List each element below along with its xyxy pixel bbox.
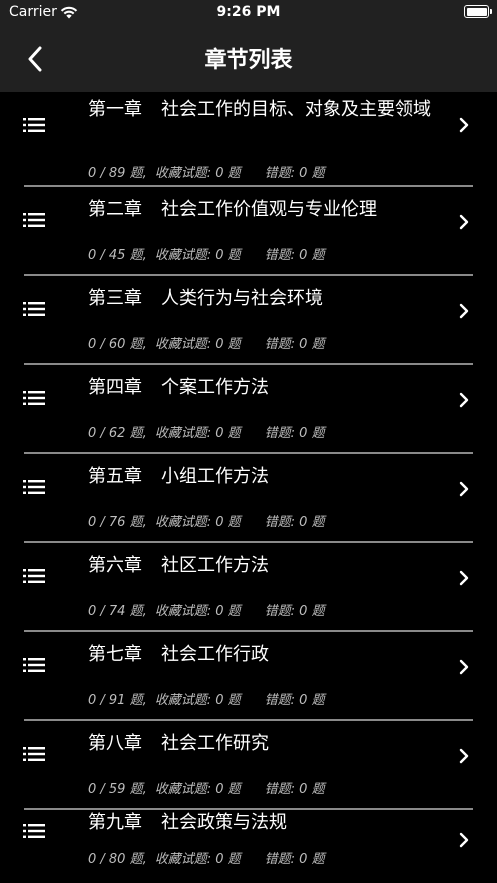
chapter-title: 第二章 社会工作价值观与专业伦理 (88, 197, 433, 222)
chapter-stats: 0 / 91 题, 收藏试题: 0 题 错题: 0 题 (88, 689, 325, 708)
chevron-right-icon (459, 832, 469, 848)
chapter-row[interactable]: 第二章 社会工作价值观与专业伦理 0 / 45 题, 收藏试题: 0 题 错题: 0 题 (0, 187, 497, 276)
chapter-number: 第五章 (88, 466, 142, 487)
chapter-row[interactable]: 第三章 人类行为与社会环境 0 / 60 题, 收藏试题: 0 题 错题: 0 题 (0, 276, 497, 365)
chapter-row[interactable]: 第八章 社会工作研究 0 / 59 题, 收藏试题: 0 题 错题: 0 题 (0, 721, 497, 810)
favorites-count: 收藏试题: 0 题 (154, 852, 241, 867)
chapter-name: 社会工作研究 (161, 733, 269, 754)
chapter-row[interactable]: 第四章 个案工作方法 0 / 62 题, 收藏试题: 0 题 错题: 0 题 (0, 365, 497, 454)
status-time: 9:26 PM (216, 4, 281, 20)
chapter-number: 第八章 (88, 733, 142, 754)
chapter-stats: 0 / 89 题, 收藏试题: 0 题 错题: 0 题 (88, 162, 325, 181)
chapter-number: 第三章 (88, 288, 142, 309)
errors-count: 错题: 0 题 (264, 166, 325, 181)
chapter-stats: 0 / 76 题, 收藏试题: 0 题 错题: 0 题 (88, 511, 325, 530)
question-count: 0 / 91 题, (88, 693, 147, 708)
chapter-title: 第八章 社会工作研究 (88, 731, 433, 756)
list-icon (23, 302, 45, 316)
list-icon (23, 391, 45, 405)
page-title: 章节列表 (204, 48, 293, 73)
errors-count: 错题: 0 题 (264, 426, 325, 441)
errors-count: 错题: 0 题 (264, 337, 325, 352)
chevron-right-icon (459, 214, 469, 230)
list-icon (23, 569, 45, 583)
question-count: 0 / 89 题, (88, 166, 147, 181)
errors-count: 错题: 0 题 (264, 515, 325, 530)
chapter-row[interactable]: 第六章 社区工作方法 0 / 74 题, 收藏试题: 0 题 错题: 0 题 (0, 543, 497, 632)
chapter-title: 第三章 人类行为与社会环境 (88, 286, 433, 311)
chevron-right-icon (459, 659, 469, 675)
chapter-number: 第七章 (88, 644, 142, 665)
chevron-right-icon (459, 570, 469, 586)
chevron-right-icon (459, 481, 469, 497)
battery-icon (464, 5, 492, 18)
question-count: 0 / 74 题, (88, 604, 147, 619)
chapter-title: 第九章 社会政策与法规 (88, 810, 433, 835)
chapter-title: 第一章 社会工作的目标、对象及主要领域 (88, 97, 433, 122)
chapter-stats: 0 / 45 题, 收藏试题: 0 题 错题: 0 题 (88, 244, 325, 263)
favorites-count: 收藏试题: 0 题 (154, 166, 241, 181)
chapter-title: 第六章 社区工作方法 (88, 553, 433, 578)
chapter-title: 第五章 小组工作方法 (88, 464, 433, 489)
chapter-row[interactable]: 第五章 小组工作方法 0 / 76 题, 收藏试题: 0 题 错题: 0 题 (0, 454, 497, 543)
chapter-title: 第七章 社会工作行政 (88, 642, 433, 667)
errors-count: 错题: 0 题 (264, 604, 325, 619)
chapter-stats: 0 / 80 题, 收藏试题: 0 题 错题: 0 题 (88, 848, 325, 867)
chapter-name: 社会工作的目标、对象及主要领域 (161, 99, 431, 120)
chapter-title: 第四章 个案工作方法 (88, 375, 433, 400)
chapter-number: 第六章 (88, 555, 142, 576)
list-icon (23, 824, 45, 838)
chapter-name: 社会政策与法规 (161, 812, 287, 833)
chapter-name: 人类行为与社会环境 (161, 288, 323, 309)
chapter-name: 社会工作行政 (161, 644, 269, 665)
list-icon (23, 118, 45, 132)
favorites-count: 收藏试题: 0 题 (154, 515, 241, 530)
chapter-name: 个案工作方法 (161, 377, 269, 398)
question-count: 0 / 60 题, (88, 337, 147, 352)
favorites-count: 收藏试题: 0 题 (154, 604, 241, 619)
chapter-stats: 0 / 62 题, 收藏试题: 0 题 错题: 0 题 (88, 422, 325, 441)
errors-count: 错题: 0 题 (264, 248, 325, 263)
question-count: 0 / 76 题, (88, 515, 147, 530)
favorites-count: 收藏试题: 0 题 (154, 337, 241, 352)
chapter-row[interactable]: 第九章 社会政策与法规 0 / 80 题, 收藏试题: 0 题 错题: 0 题 (0, 810, 497, 880)
chapter-name: 社会工作价值观与专业伦理 (161, 199, 377, 220)
question-count: 0 / 62 题, (88, 426, 147, 441)
favorites-count: 收藏试题: 0 题 (154, 782, 241, 797)
chapter-stats: 0 / 59 题, 收藏试题: 0 题 错题: 0 题 (88, 778, 325, 797)
question-count: 0 / 80 题, (88, 852, 147, 867)
chapter-name: 社区工作方法 (161, 555, 269, 576)
errors-count: 错题: 0 题 (264, 852, 325, 867)
chapter-name: 小组工作方法 (161, 466, 269, 487)
chapter-number: 第四章 (88, 377, 142, 398)
chapter-number: 第二章 (88, 199, 142, 220)
chapter-stats: 0 / 60 题, 收藏试题: 0 题 错题: 0 题 (88, 333, 325, 352)
question-count: 0 / 45 题, (88, 248, 147, 263)
question-count: 0 / 59 题, (88, 782, 147, 797)
chapter-number: 第九章 (88, 812, 142, 833)
favorites-count: 收藏试题: 0 题 (154, 693, 241, 708)
status-bar: Carrier 9:26 PM (0, 0, 497, 26)
chevron-right-icon (459, 117, 469, 133)
list-icon (23, 747, 45, 761)
chevron-right-icon (459, 392, 469, 408)
chapter-list: 第一章 社会工作的目标、对象及主要领域 0 / 89 题, 收藏试题: 0 题错题: … (0, 92, 497, 880)
chapter-number: 第一章 (88, 99, 142, 120)
chapter-row[interactable]: 第七章 社会工作行政 0 / 91 题, 收藏试题: 0 题 错题: 0 题 (0, 632, 497, 721)
chapter-row[interactable]: 第一章 社会工作的目标、对象及主要领域 0 / 89 题, 收藏试题: 0 题 错题: … (0, 92, 497, 187)
errors-count: 错题: 0 题 (264, 782, 325, 797)
list-icon (23, 480, 45, 494)
errors-count: 错题: 0 题 (264, 693, 325, 708)
favorites-count: 收藏试题: 0 题 (154, 248, 241, 263)
list-icon (23, 213, 45, 227)
chevron-right-icon (459, 748, 469, 764)
chapter-stats: 0 / 74 题, 收藏试题: 0 题 错题: 0 题 (88, 600, 325, 619)
navigation-bar: 章节列表 (0, 26, 497, 92)
chevron-right-icon (459, 303, 469, 319)
favorites-count: 收藏试题: 0 题 (154, 426, 241, 441)
list-icon (23, 658, 45, 672)
